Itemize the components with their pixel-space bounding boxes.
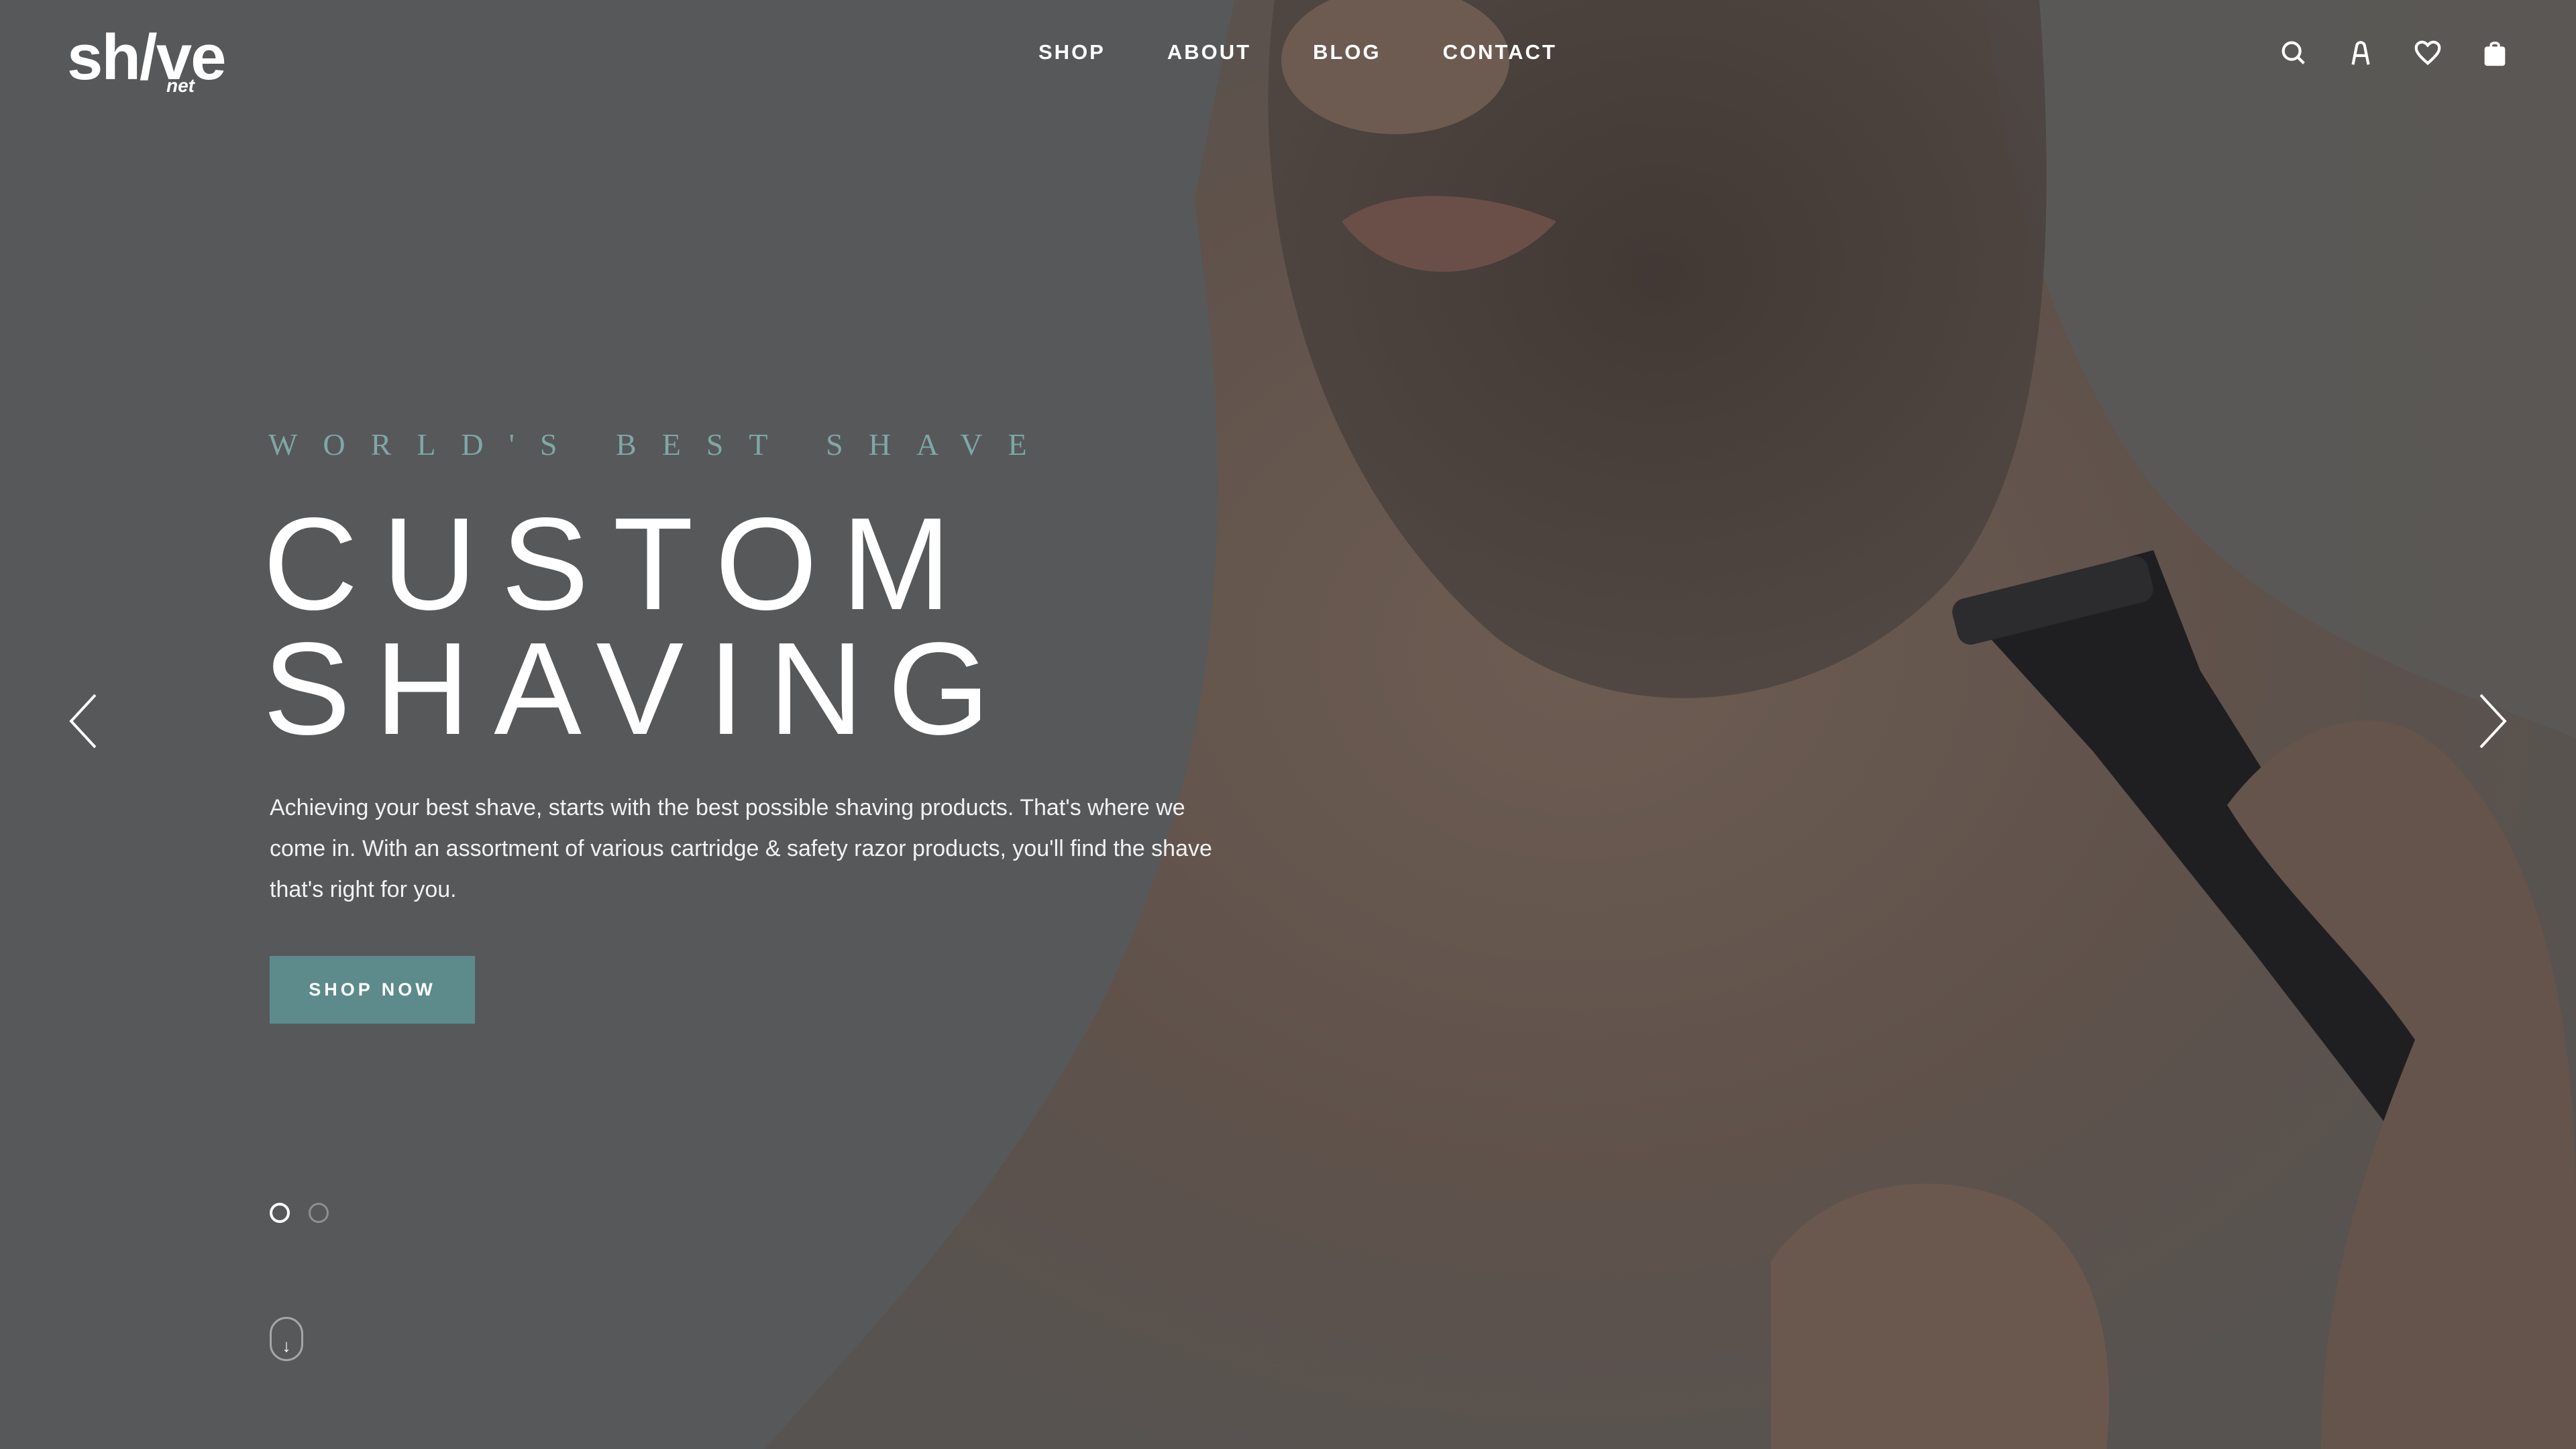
hero-description: Achieving your best shave, starts with t…: [270, 795, 1212, 902]
search-icon[interactable]: [2278, 38, 2309, 68]
slide-dot-2[interactable]: [309, 1203, 329, 1223]
shop-now-button[interactable]: SHOP NOW: [270, 956, 475, 1024]
hero-title: CUSTOM SHAVING: [263, 490, 1014, 762]
nav-about[interactable]: ABOUT: [1167, 40, 1251, 64]
nav-shop[interactable]: SHOP: [1038, 40, 1106, 64]
nav-blog[interactable]: BLOG: [1313, 40, 1381, 64]
header-icons: [2278, 38, 2510, 68]
slide-dot-1[interactable]: [270, 1203, 290, 1223]
logo-subtext: net: [166, 75, 195, 96]
site-logo[interactable]: sh/ve net: [67, 15, 226, 97]
scroll-down-indicator[interactable]: ↓: [270, 1317, 303, 1361]
prev-slide-arrow[interactable]: [63, 691, 103, 751]
account-icon[interactable]: [2345, 38, 2376, 68]
hero-title-line-2: SHAVING: [263, 615, 1014, 762]
next-slide-arrow[interactable]: [2473, 691, 2513, 751]
logo-text: sh/ve: [67, 21, 226, 93]
arrow-down-icon: ↓: [282, 1336, 291, 1356]
nav-contact[interactable]: CONTACT: [1443, 40, 1557, 64]
wishlist-heart-icon[interactable]: [2412, 38, 2443, 68]
slider-pagination: [270, 1203, 329, 1223]
hero-slider: sh/ve net SHOP ABOUT BLOG CONTACT WORLD'…: [0, 0, 2576, 1449]
hero-title-line-1: CUSTOM: [263, 490, 975, 637]
main-nav: SHOP ABOUT BLOG CONTACT: [1038, 40, 1557, 64]
hero-eyebrow: WORLD'S BEST SHAVE: [268, 427, 1053, 462]
shopping-bag-icon[interactable]: [2479, 38, 2510, 68]
